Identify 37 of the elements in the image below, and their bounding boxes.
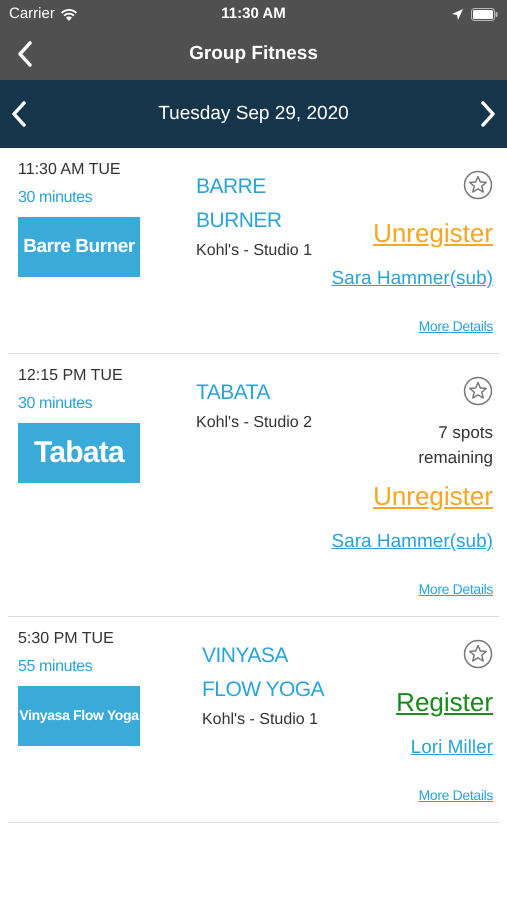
battery-icon [470, 8, 498, 20]
class-duration: 30 minutes [18, 188, 94, 208]
class-location: Kohl's - Studio 1 [196, 241, 312, 261]
wifi-icon [60, 8, 78, 20]
clock-time: 11:30 AM [221, 4, 286, 24]
more-details-link[interactable]: More Details [418, 316, 493, 336]
previous-day-button[interactable] [9, 99, 29, 129]
next-day-button[interactable] [478, 99, 498, 129]
instructor-link[interactable]: Lori Miller [410, 735, 493, 761]
class-time: 5:30 PM TUE [18, 629, 115, 649]
class-title: TABATA [196, 380, 270, 406]
class-time: 12:15 PM TUE [18, 366, 124, 386]
class-duration: 55 minutes [18, 657, 94, 677]
favorite-star-icon[interactable] [463, 170, 493, 200]
class-location: Kohl's - Studio 2 [196, 413, 312, 433]
class-title: BARRE BURNER [196, 174, 283, 234]
unregister-link[interactable]: Unregister [373, 480, 493, 512]
location-arrow-icon [452, 8, 463, 20]
class-duration: 30 minutes [18, 394, 94, 414]
screen-title: Group Fitness [189, 42, 318, 64]
unregister-link[interactable]: Unregister [373, 217, 493, 249]
more-details-link[interactable]: More Details [418, 579, 493, 599]
favorite-star-icon[interactable] [463, 376, 493, 406]
thumbnail-caption: Vinyasa Flow Yoga [19, 707, 139, 725]
spots-remaining: 7 spots remaining [417, 422, 493, 469]
instructor-link[interactable]: Sara Hammer(sub) [331, 266, 493, 292]
selected-date: Tuesday Sep 29, 2020 [158, 102, 349, 126]
instructor-link[interactable]: Sara Hammer(sub) [331, 529, 493, 555]
carrier-label: Carrier [9, 4, 55, 24]
favorite-star-icon[interactable] [463, 639, 493, 669]
register-link[interactable]: Register [396, 686, 493, 718]
class-time: 11:30 AM TUE [18, 160, 122, 180]
more-details-link[interactable]: More Details [418, 785, 493, 805]
thumbnail-caption: Barre Burner [23, 235, 135, 259]
class-location: Kohl's - Studio 1 [202, 710, 318, 730]
class-title: VINYASA FLOW YOGA [202, 643, 326, 703]
thumbnail-caption: Tabata [34, 435, 124, 472]
